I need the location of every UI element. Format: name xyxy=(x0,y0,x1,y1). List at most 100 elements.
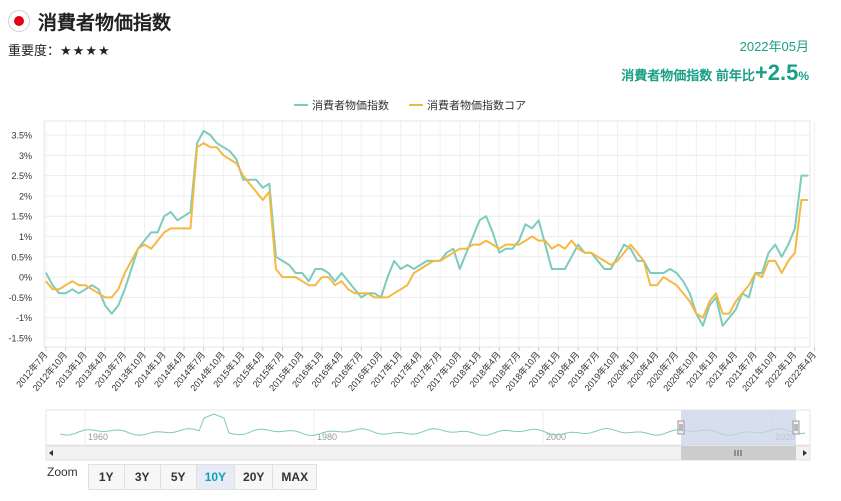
data-point xyxy=(150,248,152,250)
scrollbar-thumb[interactable] xyxy=(681,446,796,460)
data-point xyxy=(695,313,697,315)
zoom-button-3y[interactable]: 3Y xyxy=(123,464,161,490)
data-point xyxy=(308,280,310,282)
data-point xyxy=(137,248,139,250)
data-point xyxy=(91,288,93,290)
data-point xyxy=(689,300,691,303)
y-tick-label: -0.5% xyxy=(8,293,32,303)
data-point xyxy=(735,309,737,311)
data-point xyxy=(203,142,205,144)
data-point xyxy=(58,292,60,294)
data-point xyxy=(189,227,192,229)
data-point xyxy=(538,240,540,242)
data-point xyxy=(564,248,566,250)
data-point xyxy=(288,264,290,266)
data-point xyxy=(702,325,704,327)
data-point xyxy=(708,300,711,303)
data-point xyxy=(630,244,632,246)
data-point xyxy=(748,296,750,298)
data-point xyxy=(373,292,375,294)
navigator-handle[interactable] xyxy=(677,420,685,435)
yoy-label: 消費者物価指数 前年比 xyxy=(621,68,755,83)
x-axis: 2012年7月2012年10月2013年1月2013年4月2013年7月2013… xyxy=(13,347,818,393)
data-point xyxy=(216,146,218,148)
data-point xyxy=(249,179,251,181)
data-point xyxy=(98,292,100,294)
importance-stars: ★★★★ xyxy=(60,43,111,58)
data-point xyxy=(551,268,553,270)
japan-flag-icon xyxy=(8,10,30,32)
data-point xyxy=(143,244,146,246)
data-point xyxy=(662,272,665,274)
data-point xyxy=(728,313,730,315)
data-point xyxy=(511,244,513,246)
data-point xyxy=(334,280,336,282)
data-point xyxy=(524,223,527,225)
data-point xyxy=(78,284,80,286)
cpi-chart: 消費者物価指数 消費者物価指数コア 3.5% 3% 2.5% 2% 1.5% 1% 0.5% 0… xyxy=(8,98,818,461)
data-point xyxy=(669,268,671,270)
legend-item[interactable]: 消費者物価指数コア xyxy=(427,98,526,112)
data-point xyxy=(58,288,60,290)
data-point xyxy=(603,268,606,270)
navigator[interactable]: 1960198020002020 xyxy=(45,409,811,461)
chart-legend[interactable]: 消費者物価指数 消費者物価指数コア xyxy=(294,98,526,112)
data-point xyxy=(104,296,106,298)
data-point xyxy=(676,272,678,274)
data-point xyxy=(176,219,178,221)
data-point xyxy=(636,260,638,262)
navigator-handle[interactable] xyxy=(792,420,800,435)
data-point xyxy=(295,276,297,278)
data-point xyxy=(590,252,592,254)
data-point xyxy=(52,284,54,286)
y-tick-label: -1% xyxy=(16,313,32,323)
navigator-selection[interactable] xyxy=(681,410,796,445)
data-point xyxy=(157,240,159,242)
data-point xyxy=(235,158,238,160)
legend-item[interactable]: 消費者物価指数 xyxy=(312,98,389,112)
data-point xyxy=(222,154,224,156)
data-point xyxy=(170,227,172,229)
data-point xyxy=(623,244,625,246)
data-point xyxy=(781,256,783,258)
data-point xyxy=(768,252,770,254)
data-point xyxy=(400,288,402,290)
importance-rating: 重要度：★★★★ xyxy=(8,40,111,59)
data-point xyxy=(800,175,803,177)
zoom-button-max[interactable]: MAX xyxy=(272,464,318,490)
data-point xyxy=(387,276,389,278)
data-point xyxy=(761,276,763,278)
data-point xyxy=(157,231,159,233)
data-point xyxy=(774,244,776,246)
data-point xyxy=(78,292,80,294)
data-point xyxy=(630,248,632,250)
data-point xyxy=(268,191,270,193)
data-point xyxy=(682,292,684,294)
data-point xyxy=(387,296,389,298)
data-point xyxy=(275,268,277,270)
data-point xyxy=(176,227,178,229)
zoom-button-5y[interactable]: 5Y xyxy=(159,464,197,490)
data-point xyxy=(65,284,67,286)
data-point xyxy=(570,256,573,258)
y-tick-label: 0% xyxy=(19,273,32,283)
data-point xyxy=(84,288,86,290)
data-point xyxy=(334,284,336,286)
data-point xyxy=(426,260,428,262)
data-point xyxy=(229,158,231,160)
data-point xyxy=(584,252,586,254)
data-point xyxy=(400,268,402,270)
chart-grid xyxy=(43,120,816,348)
zoom-button-20y[interactable]: 20Y xyxy=(234,464,274,490)
data-point xyxy=(524,240,527,242)
zoom-button-10y[interactable]: 10Y xyxy=(195,464,236,490)
data-point xyxy=(518,240,520,242)
data-point xyxy=(360,296,362,298)
data-point xyxy=(419,264,421,266)
y-tick-label: 1% xyxy=(19,232,32,242)
data-point xyxy=(209,146,211,148)
zoom-button-1y[interactable]: 1Y xyxy=(87,464,125,490)
data-point xyxy=(610,264,612,266)
page-title: 消費者物価指数 xyxy=(38,13,172,34)
data-point xyxy=(354,292,356,294)
